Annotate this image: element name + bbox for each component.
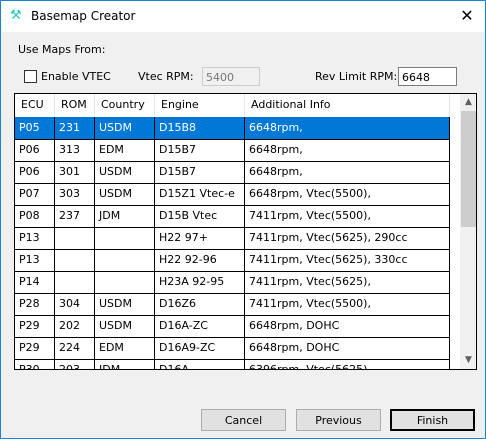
table-row[interactable]: P08 237 JDM D15B Vtec 7411rpm, Vtec(5500), (15, 205, 450, 228)
scroll-up-icon[interactable]: ▲ (460, 94, 476, 111)
vtec-rpm-label: Vtec RPM: (138, 70, 194, 83)
cell-ecu: P28 (15, 293, 55, 315)
cell-country: USDM (95, 161, 155, 183)
table-row[interactable]: P13 H22 92-96 7411rpm, Vtec(5625), 330cc (15, 249, 450, 272)
column-header-additional-info[interactable]: Additional Info (245, 94, 450, 116)
cell-country (95, 271, 155, 293)
cell-rom: 313 (55, 139, 95, 161)
cell-country: USDM (95, 183, 155, 205)
column-header-ecu[interactable]: ECU (15, 94, 55, 116)
previous-button[interactable]: Previous (296, 409, 381, 431)
cell-country: JDM (95, 205, 155, 227)
cell-engine: D15B7 (155, 161, 245, 183)
basemap-creator-dialog: ⚒ Basemap Creator ✕ Use Maps From: Enabl… (0, 0, 486, 439)
column-header-rom[interactable]: ROM (55, 94, 95, 116)
cell-ecu: P06 (15, 139, 55, 161)
rev-limit-input[interactable]: 6648 (398, 67, 457, 86)
cell-country (95, 227, 155, 249)
cell-rom: 203 (55, 359, 95, 369)
vertical-scrollbar[interactable]: ▲ ▼ (460, 94, 476, 369)
table-row[interactable]: P06 313 EDM D15B7 6648rpm, (15, 139, 450, 162)
cell-ecu: P13 (15, 227, 55, 249)
cell-country: JDM (95, 359, 155, 369)
cell-additional-info: 7411rpm, Vtec(5625), (245, 271, 450, 293)
cell-rom: 237 (55, 205, 95, 227)
table-row[interactable]: P13 H22 97+ 7411rpm, Vtec(5625), 290cc (15, 227, 450, 250)
table-row[interactable]: P29 224 EDM D16A9-ZC 6648rpm, DOHC (15, 337, 450, 360)
cell-engine: D15B8 (155, 117, 245, 139)
table-row[interactable]: P29 202 USDM D16A-ZC 6648rpm, DOHC (15, 315, 450, 338)
cell-ecu: P29 (15, 315, 55, 337)
scroll-down-icon[interactable]: ▼ (460, 352, 476, 369)
cell-engine: H22 97+ (155, 227, 245, 249)
cell-ecu: P30 (15, 359, 55, 369)
cell-rom (55, 271, 95, 293)
cell-additional-info: 7411rpm, Vtec(5500), (245, 293, 450, 315)
cell-additional-info: 6648rpm, (245, 139, 450, 161)
cell-ecu: P05 (15, 117, 55, 139)
vtec-rpm-input[interactable]: 5400 (202, 67, 260, 86)
cell-engine: D16A-ZC (155, 315, 245, 337)
enable-vtec-label[interactable]: Enable VTEC (41, 70, 111, 83)
cell-engine: D15B7 (155, 139, 245, 161)
cell-country: USDM (95, 315, 155, 337)
cell-additional-info: 6648rpm, Vtec(5500), (245, 183, 450, 205)
title-bar: ⚒ Basemap Creator ✕ (1, 1, 485, 32)
table-row[interactable]: P30 203 JDM D16A 6396rpm, Vtec(5625) (15, 359, 450, 369)
cell-ecu: P13 (15, 249, 55, 271)
cancel-button[interactable]: Cancel (201, 409, 286, 431)
cell-ecu: P06 (15, 161, 55, 183)
finish-button[interactable]: Finish (390, 409, 475, 431)
window-title: Basemap Creator (31, 9, 136, 23)
cell-additional-info: 7411rpm, Vtec(5500), (245, 205, 450, 227)
cell-additional-info: 6648rpm, (245, 117, 450, 139)
cell-country: USDM (95, 117, 155, 139)
cell-ecu: P14 (15, 271, 55, 293)
use-maps-label: Use Maps From: (18, 43, 106, 56)
cell-rom: 301 (55, 161, 95, 183)
cell-engine: D15Z1 Vtec-e (155, 183, 245, 205)
table-header: ECU ROM Country Engine Additional Info (15, 94, 450, 116)
cell-additional-info: 6396rpm, Vtec(5625) (245, 359, 450, 369)
cell-country: EDM (95, 139, 155, 161)
cell-ecu: P08 (15, 205, 55, 227)
cell-country (95, 249, 155, 271)
cell-additional-info: 6648rpm, DOHC (245, 315, 450, 337)
cell-rom: 202 (55, 315, 95, 337)
cell-rom (55, 249, 95, 271)
cell-rom (55, 227, 95, 249)
cell-engine: D16A9-ZC (155, 337, 245, 359)
scrollbar-thumb[interactable] (461, 111, 476, 227)
cell-engine: D16A (155, 359, 245, 369)
cell-country: USDM (95, 293, 155, 315)
cell-ecu: P07 (15, 183, 55, 205)
cell-additional-info: 7411rpm, Vtec(5625), 290cc (245, 227, 450, 249)
table-row[interactable]: P14 H23A 92-95 7411rpm, Vtec(5625), (15, 271, 450, 294)
column-header-engine[interactable]: Engine (155, 94, 245, 116)
basemap-table: ECU ROM Country Engine Additional Info P… (14, 93, 477, 370)
cell-rom: 231 (55, 117, 95, 139)
cell-engine: D16Z6 (155, 293, 245, 315)
table-row[interactable]: P05 231 USDM D15B8 6648rpm, (15, 117, 450, 140)
table-row[interactable]: P28 304 USDM D16Z6 7411rpm, Vtec(5500), (15, 293, 450, 316)
cell-additional-info: 6648rpm, (245, 161, 450, 183)
rev-limit-label: Rev Limit RPM: (315, 70, 398, 83)
cell-additional-info: 6648rpm, DOHC (245, 337, 450, 359)
enable-vtec-checkbox[interactable] (24, 70, 37, 83)
cell-rom: 304 (55, 293, 95, 315)
cell-ecu: P29 (15, 337, 55, 359)
cell-engine: D15B Vtec (155, 205, 245, 227)
cell-rom: 303 (55, 183, 95, 205)
cell-country: EDM (95, 337, 155, 359)
table-row[interactable]: P06 301 USDM D15B7 6648rpm, (15, 161, 450, 184)
app-icon: ⚒ (10, 8, 22, 23)
table-row[interactable]: P07 303 USDM D15Z1 Vtec-e 6648rpm, Vtec(5500… (15, 183, 450, 206)
cell-engine: H23A 92-95 (155, 271, 245, 293)
cell-additional-info: 7411rpm, Vtec(5625), 330cc (245, 249, 450, 271)
cell-engine: H22 92-96 (155, 249, 245, 271)
cell-rom: 224 (55, 337, 95, 359)
close-button[interactable]: ✕ (453, 5, 481, 27)
column-header-country[interactable]: Country (95, 94, 155, 116)
